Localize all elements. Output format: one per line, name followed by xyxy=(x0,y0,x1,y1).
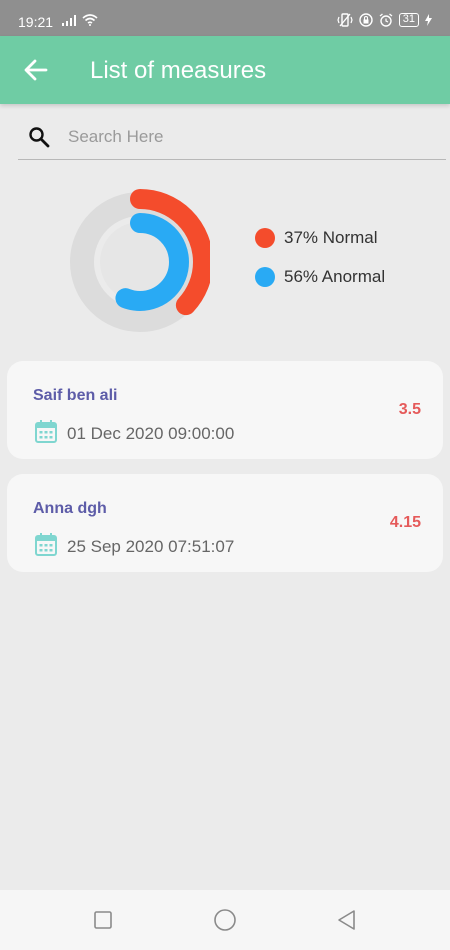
legend-item-normal: 37% Normal xyxy=(255,228,385,248)
measure-date: 01 Dec 2020 09:00:00 xyxy=(67,424,235,443)
calendar-icon xyxy=(35,420,57,443)
navigation-bar xyxy=(0,890,450,950)
signal-icon xyxy=(62,14,76,26)
vibrate-icon xyxy=(337,13,353,27)
circle-icon[interactable] xyxy=(213,908,237,932)
legend-item-anormal: 56% Anormal xyxy=(255,267,385,287)
triangle-back-icon[interactable] xyxy=(335,908,359,932)
donut-chart xyxy=(70,189,210,335)
chart-legend: 37% Normal 56% Anormal xyxy=(255,228,385,306)
status-right-icons: 31 xyxy=(337,13,432,27)
lock-icon xyxy=(359,13,373,27)
legend-dot-normal xyxy=(255,228,275,248)
legend-label-anormal: 56% Anormal xyxy=(284,267,386,286)
search-bar xyxy=(18,114,446,160)
battery-icon: 31 xyxy=(398,13,419,27)
measure-date: 25 Sep 2020 07:51:07 xyxy=(67,537,235,556)
charging-icon xyxy=(425,14,432,26)
measure-name: Saif ben ali xyxy=(33,387,118,404)
alarm-icon xyxy=(379,13,393,27)
search-input[interactable] xyxy=(68,122,428,152)
square-icon[interactable] xyxy=(91,908,115,932)
measure-name: Anna dgh xyxy=(33,500,107,517)
status-bar: 19:21 31 xyxy=(0,0,450,36)
app-bar: List of measures xyxy=(0,36,450,104)
measure-value: 3.5 xyxy=(398,401,421,418)
calendar-icon xyxy=(35,533,57,556)
status-time: 19:21 xyxy=(18,14,54,30)
measure-value: 4.15 xyxy=(389,514,421,531)
page-title: List of measures xyxy=(90,57,267,84)
arrow-left-icon[interactable] xyxy=(22,56,50,84)
legend-label-normal: 37% Normal xyxy=(284,228,378,247)
legend-dot-anormal xyxy=(255,267,275,287)
wifi-icon xyxy=(82,14,98,26)
measure-card[interactable]: Anna dgh 25 Sep 2020 07:51:07 4.15 xyxy=(7,474,443,572)
measure-card[interactable]: Saif ben ali 01 Dec 2020 09:00:00 3.5 xyxy=(7,361,443,459)
search-icon[interactable] xyxy=(28,126,50,148)
status-left-icons xyxy=(62,14,98,26)
